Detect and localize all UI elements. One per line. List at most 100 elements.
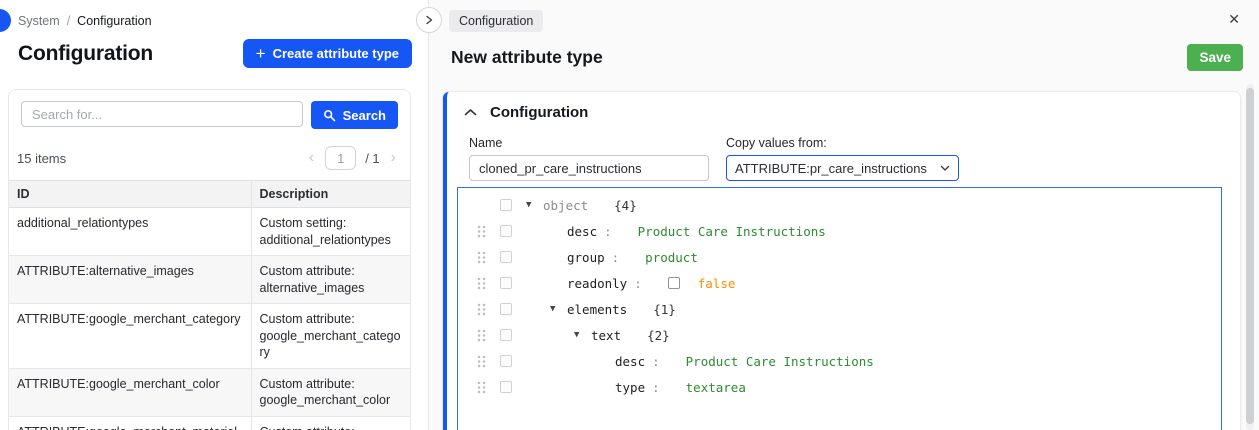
boolean-checkbox[interactable] [668, 277, 680, 289]
key-value-separator: : [604, 224, 612, 239]
tree-key[interactable]: elements [567, 302, 627, 317]
cell-description: Custom attribute: google_merchant_catego… [251, 304, 410, 369]
cell-id: ATTRIBUTE:alternative_images [9, 256, 251, 304]
chevron-up-icon [464, 108, 477, 117]
copy-values-field-group: Copy values from: ATTRIBUTE:pr_care_inst… [726, 136, 959, 181]
drag-handle-icon[interactable] [477, 251, 487, 264]
tree-row: type: textarea [458, 374, 1221, 400]
tree-row-checkbox[interactable] [500, 329, 512, 341]
tree-value[interactable]: Product Care Instructions [638, 224, 826, 239]
section-header[interactable]: Configuration [464, 104, 1222, 121]
search-button-label: Search [343, 108, 386, 123]
list-panel-header: System / Configuration Configuration + C… [0, 0, 428, 68]
tree-row: desc: Product Care Instructions [458, 348, 1221, 374]
search-icon [323, 109, 336, 122]
tree-key[interactable]: type [615, 380, 645, 395]
chevron-down-icon [940, 165, 950, 172]
detail-title: New attribute type [451, 47, 603, 68]
tree-badge: {1} [653, 302, 676, 317]
tree-key[interactable]: text [591, 328, 621, 343]
chevron-right-icon [424, 15, 434, 25]
create-attribute-type-button[interactable]: + Create attribute type [243, 39, 412, 68]
cell-description: Custom attribute: alternative_images [251, 256, 410, 304]
key-value-separator: : [652, 354, 660, 369]
json-tree-editor: ▼object{4} desc: Product Care Instructions… [457, 187, 1222, 430]
drag-handle-icon[interactable] [477, 303, 487, 316]
tree-row-checkbox[interactable] [500, 199, 512, 211]
prev-page-icon[interactable]: ‹ [307, 150, 316, 166]
table-row[interactable]: ATTRIBUTE:alternative_imagesCustom attri… [9, 256, 410, 304]
cell-description: Custom attribute: google_merchant_color [251, 368, 410, 416]
save-button[interactable]: Save [1187, 44, 1243, 71]
table-row[interactable]: ATTRIBUTE:google_merchant_materialCustom… [9, 416, 410, 430]
tree-value[interactable]: false [698, 276, 736, 291]
copy-values-select[interactable]: ATTRIBUTE:pr_care_instructions [726, 155, 959, 181]
tree-row: ▼elements {1} [458, 296, 1221, 322]
collapse-panel-button[interactable] [416, 7, 442, 33]
name-input[interactable] [469, 155, 709, 181]
plus-icon: + [256, 45, 266, 62]
breadcrumb: System / Configuration [18, 14, 412, 28]
tree-key[interactable]: readonly [567, 276, 627, 291]
copy-values-selected: ATTRIBUTE:pr_care_instructions [735, 161, 927, 176]
drag-handle-icon[interactable] [477, 355, 487, 368]
table-row[interactable]: additional_relationtypesCustom setting: … [9, 208, 410, 256]
tree-key[interactable]: desc [567, 224, 597, 239]
search-input[interactable] [21, 101, 303, 127]
table-row[interactable]: ATTRIBUTE:google_merchant_categoryCustom… [9, 304, 410, 369]
tree-row-checkbox[interactable] [500, 355, 512, 367]
tree-key[interactable]: desc [615, 354, 645, 369]
results-table: ID Description additional_relationtypesC… [9, 180, 410, 430]
tree-row: ▼text {2} [458, 322, 1221, 348]
tree-row-checkbox[interactable] [500, 225, 512, 237]
cell-id: ATTRIBUTE:google_merchant_category [9, 304, 251, 369]
column-header-id: ID [9, 181, 251, 208]
cell-id: ATTRIBUTE:google_merchant_material [9, 416, 251, 430]
tab-configuration[interactable]: Configuration [449, 10, 543, 32]
expander-icon[interactable]: ▼ [574, 330, 591, 340]
detail-titlebar: New attribute type Save [429, 32, 1259, 71]
tree-row: readonly: false [458, 270, 1221, 296]
page-title: Configuration [18, 42, 153, 66]
table-header-row: ID Description [9, 181, 410, 208]
column-header-description: Description [251, 181, 410, 208]
tree-value[interactable]: Product Care Instructions [686, 354, 874, 369]
drag-handle-icon[interactable] [477, 381, 487, 394]
search-button[interactable]: Search [311, 101, 398, 129]
tree-value[interactable]: product [645, 250, 698, 265]
breadcrumb-item-configuration[interactable]: Configuration [77, 14, 151, 28]
tree-value[interactable]: textarea [686, 380, 746, 395]
page-number-box[interactable]: 1 [325, 146, 356, 170]
drag-handle-icon[interactable] [477, 329, 487, 342]
search-row: Search [9, 101, 410, 129]
tree-row: desc: Product Care Instructions [458, 218, 1221, 244]
pagination: ‹ 1 / 1 › [307, 146, 398, 170]
drag-handle-icon[interactable] [477, 277, 487, 290]
key-value-separator: : [652, 380, 660, 395]
tree-row-checkbox[interactable] [500, 251, 512, 263]
detail-panel: Configuration ✕ New attribute type Save … [429, 0, 1259, 430]
cell-id: ATTRIBUTE:google_merchant_color [9, 368, 251, 416]
tree-row-checkbox[interactable] [500, 277, 512, 289]
tree-row: ▼object{4} [458, 192, 1221, 218]
next-page-icon[interactable]: › [389, 150, 398, 166]
drag-handle-icon[interactable] [477, 225, 487, 238]
results-row: 15 items ‹ 1 / 1 › [9, 129, 410, 180]
detail-tabs: Configuration [429, 0, 1259, 32]
tree-key[interactable]: object [543, 198, 588, 213]
breadcrumb-item-system[interactable]: System [18, 14, 60, 28]
expander-icon[interactable]: ▼ [526, 200, 543, 210]
items-count: 15 items [17, 151, 66, 166]
key-value-separator: : [634, 276, 642, 291]
attribute-form: Name Copy values from: ATTRIBUTE:pr_care… [469, 136, 1222, 181]
scrollbar-thumb[interactable] [1246, 88, 1254, 424]
cell-id: additional_relationtypes [9, 208, 251, 256]
tree-row-checkbox[interactable] [500, 303, 512, 315]
table-row[interactable]: ATTRIBUTE:google_merchant_colorCustom at… [9, 368, 410, 416]
close-icon[interactable]: ✕ [1228, 12, 1240, 26]
key-value-separator: : [612, 250, 620, 265]
tree-row-checkbox[interactable] [500, 381, 512, 393]
expander-icon[interactable]: ▼ [550, 304, 567, 314]
tree-key[interactable]: group [567, 250, 605, 265]
tree-badge: {2} [647, 328, 670, 343]
